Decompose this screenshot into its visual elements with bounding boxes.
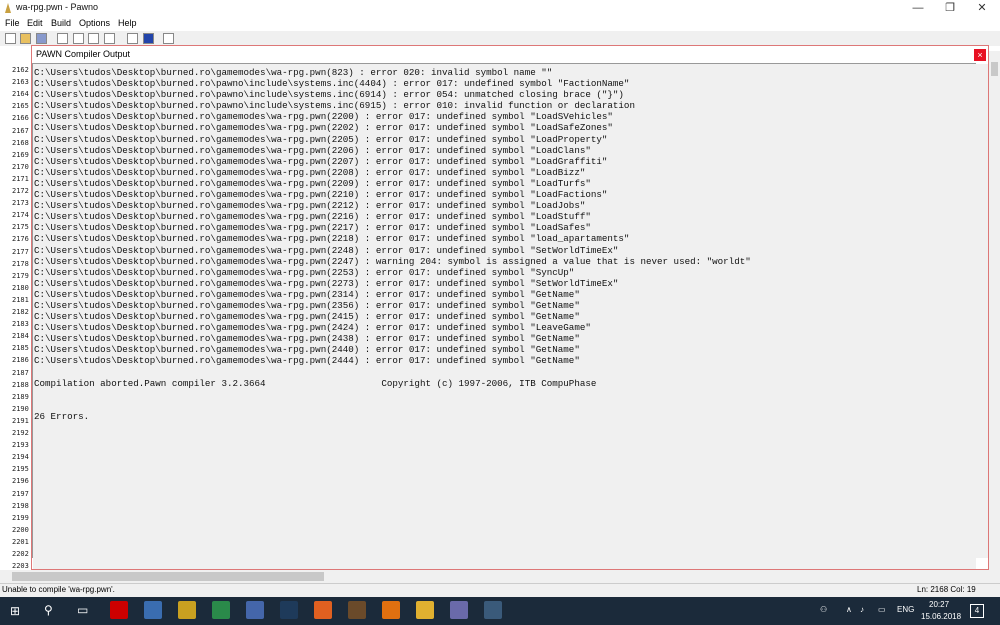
menu-file[interactable]: File: [5, 18, 20, 28]
line-number: 2196: [12, 477, 29, 486]
line-number: 2171: [12, 174, 29, 183]
cursor-position: Ln: 2168 Col: 19: [917, 585, 976, 594]
line-number: 2183: [12, 320, 29, 329]
line-number: 2200: [12, 525, 29, 534]
editor-vertical-scrollbar[interactable]: [989, 51, 1000, 583]
start-icon[interactable]: ⊞: [10, 604, 20, 618]
line-number: 2179: [12, 271, 29, 280]
line-number: 2188: [12, 380, 29, 389]
line-number: 2162: [12, 66, 29, 74]
line-number: 2169: [12, 150, 29, 159]
line-number: 2164: [12, 90, 29, 99]
minimize-button[interactable]: —: [902, 0, 934, 16]
title-bar: [0, 0, 1000, 16]
help-icon[interactable]: [163, 33, 174, 44]
line-number: 2194: [12, 453, 29, 462]
status-bar: [0, 583, 1000, 598]
line-number: 2178: [12, 259, 29, 268]
compiler-output-text: C:\Users\tudos\Desktop\burned.ro\gamemod…: [34, 67, 751, 422]
people-icon[interactable]: ⚇: [820, 605, 827, 614]
find-next-icon[interactable]: [88, 33, 99, 44]
window-title: wa-rpg.pwn - Pawno: [16, 2, 99, 12]
compile-run-icon[interactable]: [143, 33, 154, 44]
line-number: 2182: [12, 308, 29, 316]
clock-time[interactable]: 20:27: [929, 600, 949, 609]
open-file-icon[interactable]: [20, 33, 31, 44]
menu-help[interactable]: Help: [118, 18, 137, 28]
line-number: 2166: [12, 114, 29, 123]
line-number: 2202: [12, 550, 29, 558]
opera-icon[interactable]: [110, 601, 128, 619]
notification-center-icon[interactable]: 4: [970, 604, 984, 618]
file-explorer-app-icon[interactable]: [144, 601, 162, 619]
menu-edit[interactable]: Edit: [27, 18, 43, 28]
line-number: 2197: [12, 489, 29, 498]
line-number: 2176: [12, 235, 29, 244]
network-icon[interactable]: ▭: [878, 605, 886, 614]
line-number: 2170: [12, 162, 29, 171]
line-number: 2203: [12, 562, 29, 570]
save-icon[interactable]: [36, 33, 47, 44]
window-close-button[interactable]: ✕: [966, 0, 998, 16]
line-number: 2177: [12, 247, 29, 256]
new-file-icon[interactable]: [5, 33, 16, 44]
line-number: 2180: [12, 283, 29, 292]
find-icon[interactable]: [73, 33, 84, 44]
line-number: 2195: [12, 465, 29, 474]
line-number: 2189: [12, 392, 29, 401]
pawno-taskbar-icon[interactable]: [484, 601, 502, 619]
dialog-horizontal-scrollbar[interactable]: [33, 558, 976, 569]
menu-options[interactable]: Options: [79, 18, 110, 28]
network-app-icon[interactable]: [246, 601, 264, 619]
status-message: Unable to compile 'wa-rpg.pwn'.: [2, 585, 115, 594]
line-number: 2163: [12, 78, 29, 87]
line-number-gutter: 2162 2163 2164 2165 2166 2167 2168 2169 2170 2171…: [0, 46, 34, 570]
menu-bar: [0, 16, 1000, 30]
line-number: 2199: [12, 513, 29, 522]
line-number: 2187: [12, 368, 29, 377]
task-view-icon[interactable]: ▭: [77, 603, 88, 617]
language-indicator[interactable]: ENG: [897, 605, 914, 614]
menu-build[interactable]: Build: [51, 18, 71, 28]
line-number: 2201: [12, 537, 29, 546]
line-number: 2191: [12, 416, 29, 425]
folder-icon[interactable]: [416, 601, 434, 619]
dialog-title: PAWN Compiler Output: [36, 49, 131, 59]
volume-icon[interactable]: ♪: [860, 605, 864, 614]
line-number: 2184: [12, 332, 29, 341]
dialog-close-button[interactable]: ×: [974, 49, 986, 61]
clock-date[interactable]: 15.06.2018: [921, 612, 961, 621]
line-number: 2198: [12, 501, 29, 510]
line-number: 2174: [12, 211, 29, 220]
app-icon-9[interactable]: [382, 601, 400, 619]
app-icon-11[interactable]: [450, 601, 468, 619]
pawno-app-icon: [5, 3, 11, 13]
tray-chevron-icon[interactable]: ∧: [846, 605, 852, 614]
line-number: 2167: [12, 126, 29, 135]
vertical-scroll-thumb[interactable]: [991, 62, 998, 76]
line-number: 2185: [12, 344, 29, 353]
steam-icon[interactable]: [280, 601, 298, 619]
game-icon[interactable]: [348, 601, 366, 619]
xampp-icon[interactable]: [314, 601, 332, 619]
line-number: 2168: [12, 138, 29, 147]
maximize-button[interactable]: ❐: [934, 0, 966, 16]
line-number: 2190: [12, 404, 29, 413]
app-icon-3[interactable]: [178, 601, 196, 619]
function-list-icon[interactable]: [127, 33, 138, 44]
replace-icon[interactable]: [104, 33, 115, 44]
search-icon[interactable]: ⚲: [44, 603, 53, 617]
line-number: 2175: [12, 223, 29, 232]
line-number: 2181: [12, 295, 29, 304]
line-number: 2165: [12, 102, 29, 111]
horizontal-scroll-thumb[interactable]: [12, 572, 324, 581]
dialog-vertical-scrollbar[interactable]: [976, 64, 988, 558]
line-number: 2193: [12, 441, 29, 450]
line-number: 2173: [12, 199, 29, 208]
line-number: 2192: [12, 429, 29, 437]
line-number: 2172: [12, 187, 29, 195]
cut-icon[interactable]: [57, 33, 68, 44]
line-number: 2186: [12, 356, 29, 365]
app-icon-4[interactable]: [212, 601, 230, 619]
